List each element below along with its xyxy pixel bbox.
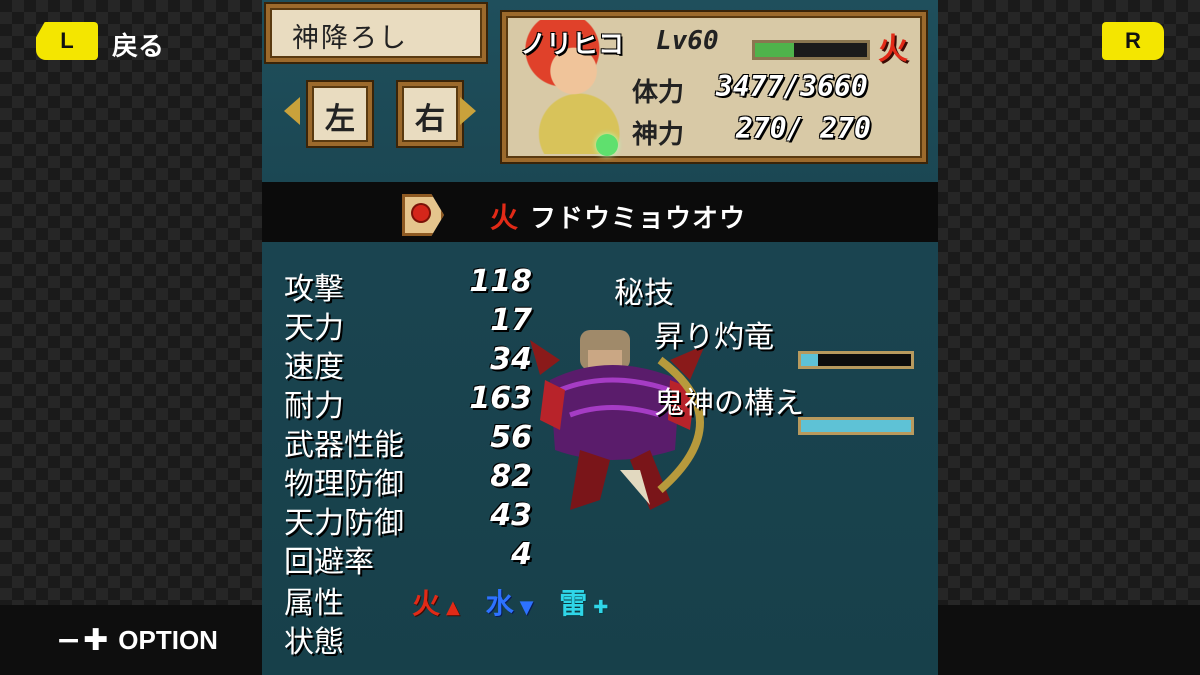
skill-demon-stance[interactable]: 鬼神の構え — [654, 378, 804, 422]
arrow-left-icon[interactable] — [284, 97, 300, 125]
arrow-right-icon[interactable] — [460, 97, 476, 125]
skill-rising-dragon[interactable]: 昇り灼竜 — [654, 312, 774, 356]
level-gauge-fill — [755, 43, 795, 57]
mp-label: 神力 — [632, 120, 685, 150]
stat-label-endurance: 耐力 — [284, 389, 344, 424]
spirit-name: フドウミョウオウ — [530, 204, 747, 234]
hp-value: 3477/3660 — [716, 70, 868, 103]
hidden-skill-label: 秘技 — [614, 276, 674, 311]
stat-label-attack: 攻撃 — [284, 272, 344, 307]
character-element: 火 — [878, 32, 908, 67]
tech-title: 神降ろし — [292, 23, 408, 54]
l-shoulder-button[interactable]: L — [36, 22, 98, 60]
water-attribute-icon: 水 ▼ — [485, 587, 534, 620]
r-shoulder-button[interactable]: R — [1102, 22, 1164, 60]
mp-value: 270/ 270 — [736, 112, 871, 145]
minus-plus-icon: −✚ — [56, 622, 111, 658]
left-button[interactable]: 左 — [308, 82, 372, 146]
stat-label-evasion: 回避率 — [284, 545, 374, 580]
back-label[interactable]: 戻る — [112, 26, 164, 63]
stat-label-heaven-defense: 天力防御 — [284, 506, 404, 541]
stat-label-speed: 速度 — [284, 350, 344, 385]
stat-label-physical-defense: 物理防御 — [284, 467, 404, 502]
right-button-label: 右 — [415, 102, 445, 137]
character-name: ノリヒコ — [520, 30, 625, 60]
spirit-title-bar: 火 フドウミョウオウ — [262, 182, 938, 242]
skill-gauge-fill — [801, 420, 911, 432]
skill-gauge — [798, 417, 914, 435]
spirit-element: 火 — [490, 201, 519, 234]
stat-label-status: 状態 — [284, 625, 344, 660]
spirit-tag-icon — [402, 194, 444, 236]
skill-gauge — [798, 351, 914, 369]
skill-gauge-fill — [801, 354, 818, 366]
option-label: OPTION — [118, 624, 218, 655]
thunder-attribute-icon: 雷 ✚ — [559, 587, 609, 620]
level-gauge — [752, 40, 870, 60]
tech-title-plate: 神降ろし — [266, 4, 486, 62]
stat-label-attribute: 属性 — [284, 586, 344, 621]
stat-value-attack: 118 — [469, 264, 532, 299]
potion-icon — [596, 134, 618, 156]
l-button-label: L — [60, 28, 74, 53]
stat-label-weapon: 武器性能 — [284, 428, 404, 463]
header-area: 神降ろし 左 右 ノリヒコ Lv60 火 体力 3477/3660 神力 270… — [262, 0, 938, 182]
stat-value-evasion: 4 — [511, 537, 532, 572]
character-level: Lv60 — [656, 26, 719, 56]
right-button[interactable]: 右 — [398, 82, 462, 146]
fire-attribute-icon: 火 ▲ — [412, 587, 460, 620]
left-button-label: 左 — [325, 102, 355, 137]
stat-label-heaven-power: 天力 — [284, 311, 344, 346]
option-bar[interactable]: −✚ OPTION — [0, 605, 262, 675]
r-button-label: R — [1125, 28, 1141, 53]
attribute-icons: 火 ▲ 水 ▼ 雷 ✚ — [412, 582, 624, 622]
game-screen: 神降ろし 左 右 ノリヒコ Lv60 火 体力 3477/3660 神力 270… — [262, 0, 938, 675]
hp-label: 体力 — [632, 78, 685, 108]
bezel-bottom-right — [938, 605, 1200, 675]
character-panel: ノリヒコ Lv60 火 体力 3477/3660 神力 270/ 270 — [502, 12, 926, 162]
